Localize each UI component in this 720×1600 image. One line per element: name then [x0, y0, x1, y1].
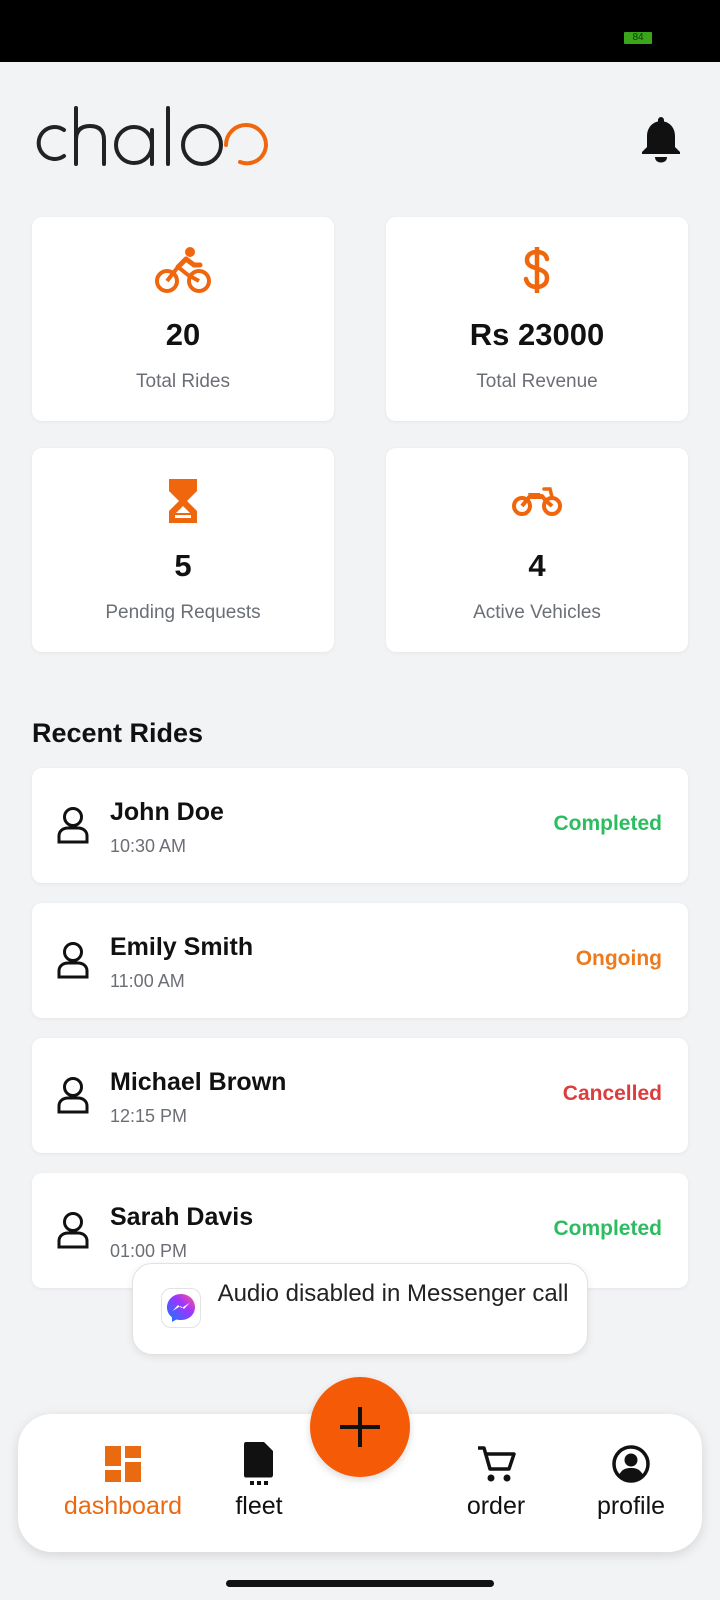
ride-status-badge: Completed [553, 1217, 662, 1240]
ride-list-item[interactable]: Emily Smith 11:00 AM Ongoing [32, 903, 688, 1018]
document-icon [184, 1442, 334, 1485]
stat-label: Active Vehicles [473, 602, 601, 623]
ride-time: 11:00 AM [110, 971, 185, 991]
plus-icon [340, 1407, 380, 1447]
bicycle-icon [32, 245, 334, 295]
stat-label: Total Revenue [476, 371, 598, 392]
nav-item-dashboard[interactable]: dashboard [48, 1414, 198, 1552]
stat-value: 4 [528, 548, 546, 583]
person-icon [56, 1211, 90, 1249]
status-bar: 84 [0, 0, 720, 62]
hourglass-icon [32, 476, 334, 526]
stat-label: Total Rides [136, 371, 230, 392]
cart-icon [421, 1444, 571, 1484]
ride-status-badge: Completed [553, 812, 662, 835]
nav-label: order [466, 1492, 526, 1520]
ride-name: Emily Smith [110, 933, 254, 961]
nav-item-order[interactable]: order [421, 1414, 571, 1552]
person-icon [56, 806, 90, 844]
ride-time: 10:30 AM [110, 836, 187, 856]
ride-name: Michael Brown [110, 1068, 287, 1096]
add-button[interactable] [310, 1377, 410, 1477]
person-icon [56, 941, 90, 979]
nav-label: profile [596, 1492, 666, 1520]
home-indicator[interactable] [226, 1580, 494, 1587]
stat-card-active-vehicles[interactable]: 4 Active Vehicles [386, 448, 688, 652]
bell-icon[interactable] [640, 114, 682, 164]
messenger-icon [161, 1288, 201, 1328]
nav-label: dashboard [63, 1492, 183, 1520]
ride-name: Sarah Davis [110, 1203, 254, 1231]
section-title-recent-rides: Recent Rides [32, 718, 204, 748]
ride-status-badge: Cancelled [562, 1082, 662, 1105]
ride-time: 01:00 PM [110, 1241, 188, 1261]
stat-value: Rs 23000 [469, 317, 605, 352]
app-logo [30, 100, 292, 177]
stat-value: 5 [174, 548, 192, 583]
nav-label: fleet [235, 1492, 283, 1520]
stat-value: 20 [165, 317, 201, 352]
ride-status-badge: Ongoing [575, 947, 662, 970]
toast-notification: Audio disabled in Messenger call [132, 1263, 588, 1355]
account-circle-icon [556, 1444, 706, 1484]
ride-list-item[interactable]: John Doe 10:30 AM Completed [32, 768, 688, 883]
stat-label: Pending Requests [105, 602, 261, 623]
stat-card-pending-requests[interactable]: 5 Pending Requests [32, 448, 334, 652]
battery-indicator: 84 [624, 32, 652, 44]
stat-card-total-rides[interactable]: 20 Total Rides [32, 217, 334, 421]
nav-item-profile[interactable]: profile [556, 1414, 706, 1552]
ride-time: 12:15 PM [110, 1106, 188, 1126]
stat-card-total-revenue[interactable]: Rs 23000 Total Revenue [386, 217, 688, 421]
ride-name: John Doe [110, 798, 224, 826]
motorcycle-icon [386, 476, 688, 526]
toast-message: Audio disabled in Messenger call [217, 1280, 569, 1307]
dollar-icon [386, 245, 688, 295]
dashboard-icon [48, 1444, 198, 1484]
ride-list-item[interactable]: Michael Brown 12:15 PM Cancelled [32, 1038, 688, 1153]
person-icon [56, 1076, 90, 1114]
